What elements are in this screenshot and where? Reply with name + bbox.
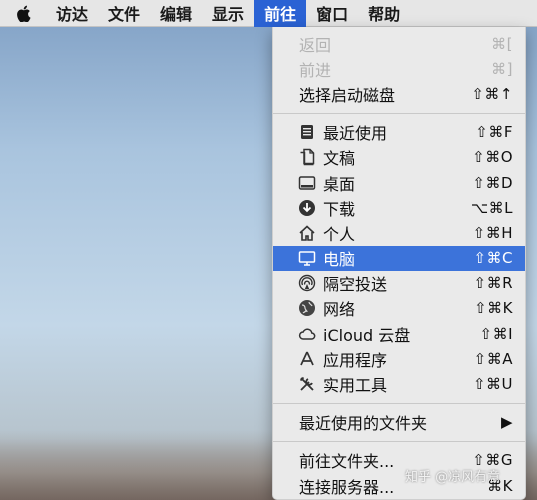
recents-icon (297, 122, 317, 142)
menu-item-shortcut: ⇧⌘A (473, 349, 513, 368)
desktop-icon (297, 173, 317, 193)
menu-view[interactable]: 显示 (202, 0, 254, 27)
menu-item-shortcut: ⇧⌘O (472, 148, 513, 167)
menu-item-airdrop[interactable]: 隔空投送 ⇧⌘R (273, 271, 525, 296)
apple-logo-icon (16, 5, 30, 22)
menu-item-utilities[interactable]: 实用工具 ⇧⌘U (273, 371, 525, 396)
utilities-icon (297, 374, 317, 394)
menu-item-label: 桌面 (323, 174, 356, 194)
menu-item-home[interactable]: 个人 ⇧⌘H (273, 220, 525, 245)
menu-item-shortcut: ⌥⌘L (470, 198, 513, 217)
icloud-icon (297, 324, 317, 344)
watermark: 知乎 @凉风有意 (405, 470, 501, 485)
menu-item-label: 前进 (299, 60, 332, 80)
computer-icon (297, 248, 317, 268)
menu-help[interactable]: 帮助 (358, 0, 410, 27)
menu-item-label: 个人 (323, 224, 356, 244)
menu-item-shortcut: ⇧⌘D (472, 173, 513, 192)
airdrop-icon (297, 273, 317, 293)
menu-item-label: 最近使用的文件夹 (299, 414, 428, 434)
home-icon (297, 223, 317, 243)
menu-item-recent-folders[interactable]: 最近使用的文件夹 ▶ (273, 410, 525, 435)
menu-item-downloads[interactable]: 下载 ⌥⌘L (273, 195, 525, 220)
menu-separator (273, 402, 525, 404)
menu-item-back[interactable]: 返回 ⌘[ (273, 31, 525, 56)
documents-icon (297, 147, 317, 167)
applications-icon (297, 349, 317, 369)
menu-item-shortcut: ⇧⌘R (473, 274, 513, 293)
menu-item-label: 文稿 (323, 149, 356, 169)
menu-item-documents[interactable]: 文稿 ⇧⌘O (273, 145, 525, 170)
menu-item-label: 最近使用 (323, 124, 388, 144)
menu-item-label: 实用工具 (323, 376, 388, 396)
menu-item-icloud-drive[interactable]: iCloud 云盘 ⇧⌘I (273, 321, 525, 346)
menu-item-shortcut: ⇧⌘U (472, 375, 513, 394)
menu-item-shortcut: ⇧⌘F (475, 123, 513, 142)
menu-file[interactable]: 文件 (98, 0, 150, 27)
menu-item-network[interactable]: 网络 ⇧⌘K (273, 296, 525, 321)
menu-item-shortcut: ⇧⌘H (472, 223, 513, 242)
menu-item-label: 电脑 (323, 250, 356, 270)
menu-item-label: 选择启动磁盘 (299, 85, 396, 105)
menu-item-computer[interactable]: 电脑 ⇧⌘C (273, 245, 525, 271)
menu-item-shortcut: ⇧⌘K (474, 299, 513, 318)
menu-item-select-startup-disk[interactable]: 选择启动磁盘 ⇧⌘↑ (273, 81, 525, 106)
menu-go[interactable]: 前往 (254, 0, 307, 27)
menu-item-label: 应用程序 (323, 350, 388, 370)
menu-window[interactable]: 窗口 (306, 0, 358, 27)
menu-item-applications[interactable]: 应用程序 ⇧⌘A (273, 346, 525, 371)
network-icon (297, 298, 317, 318)
menu-item-forward[interactable]: 前进 ⌘] (273, 56, 525, 81)
submenu-arrow-icon: ▶ (500, 413, 513, 432)
menu-item-label: 网络 (323, 300, 356, 320)
menu-item-shortcut: ⌘[ (491, 34, 513, 53)
menu-item-label: 隔空投送 (323, 275, 388, 295)
menu-item-desktop[interactable]: 桌面 ⇧⌘D (273, 170, 525, 195)
menu-separator (273, 440, 525, 442)
go-menu-dropdown: 返回 ⌘[ 前进 ⌘] 选择启动磁盘 ⇧⌘↑ 最近使用 ⇧⌘F 文稿 ⇧⌘O 桌… (272, 27, 526, 500)
menu-item-shortcut: ⌘] (491, 59, 513, 78)
apple-menu[interactable] (0, 0, 46, 27)
menu-item-shortcut: ⇧⌘↑ (471, 84, 513, 103)
menu-finder[interactable]: 访达 (46, 0, 98, 27)
menu-item-label: iCloud 云盘 (323, 325, 411, 345)
menu-item-recents[interactable]: 最近使用 ⇧⌘F (273, 120, 525, 145)
menu-edit[interactable]: 编辑 (150, 0, 202, 27)
menu-item-label: 下载 (323, 199, 356, 219)
downloads-icon (297, 198, 317, 218)
menu-bar: 访达 文件 编辑 显示 前往 窗口 帮助 (0, 0, 537, 27)
menu-item-shortcut: ⇧⌘I (479, 324, 513, 343)
menu-item-label: 返回 (299, 35, 332, 55)
menu-separator (273, 112, 525, 114)
menu-item-shortcut: ⇧⌘C (473, 249, 513, 268)
